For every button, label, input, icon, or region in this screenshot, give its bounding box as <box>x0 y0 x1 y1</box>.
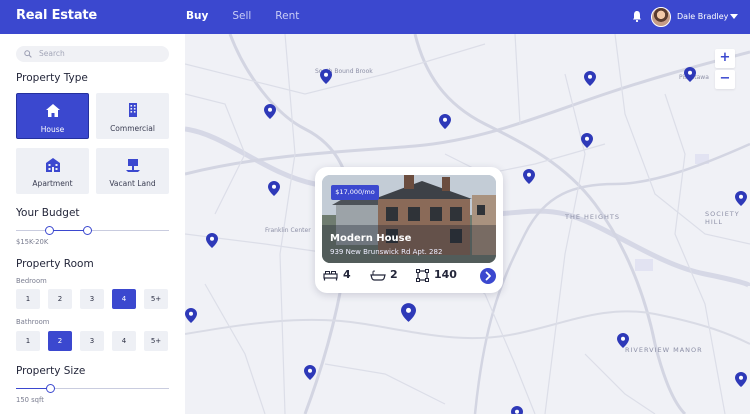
size-slider-handle[interactable] <box>46 384 55 393</box>
type-vacant-land-button[interactable]: Vacant Land <box>96 148 169 194</box>
budget-value: $15K-20K <box>16 238 49 246</box>
listing-address: 939 New Brunswick Rd Apt. 282 <box>330 248 443 256</box>
nav-buy[interactable]: Buy <box>186 10 208 22</box>
bed-icon <box>323 271 338 281</box>
filter-sidebar: Search Property Type House Commercial Ap… <box>0 34 185 414</box>
bedroom-option-4[interactable]: 4 <box>112 289 136 309</box>
bedroom-option-5plus[interactable]: 5+ <box>144 289 168 309</box>
bedroom-option-1[interactable]: 1 <box>16 289 40 309</box>
bathroom-option-2[interactable]: 2 <box>48 331 72 351</box>
area-size-icon <box>416 269 429 282</box>
map-pin-icon[interactable] <box>304 365 316 380</box>
property-room-title: Property Room <box>16 258 94 270</box>
map-pin-icon[interactable] <box>617 333 629 348</box>
map-pin-icon[interactable] <box>320 69 332 84</box>
listing-title[interactable]: Modern House <box>330 233 411 244</box>
notification-bell-icon[interactable] <box>632 10 642 22</box>
zoom-in-button[interactable]: + <box>715 49 735 68</box>
listing-price-badge: $17,000/mo <box>331 185 379 200</box>
map-pin-icon[interactable] <box>581 133 593 148</box>
listing-details-button[interactable] <box>480 268 496 284</box>
map-pin-icon[interactable] <box>185 308 197 323</box>
type-apartment-label: Apartment <box>32 179 73 188</box>
search-input[interactable]: Search <box>16 46 169 62</box>
user-avatar[interactable] <box>651 7 671 27</box>
apartment-building-icon <box>45 158 60 172</box>
selected-listing-pin-icon[interactable] <box>401 303 416 322</box>
map-pin-icon[interactable] <box>684 67 696 82</box>
bedroom-label: Bedroom <box>16 277 47 285</box>
bedroom-option-2[interactable]: 2 <box>48 289 72 309</box>
map-pin-icon[interactable] <box>264 104 276 119</box>
chevron-right-icon <box>485 271 491 281</box>
top-navigation-bar: Real Estate Buy Sell Rent Dale Bradley <box>0 0 750 34</box>
map-pin-icon[interactable] <box>511 406 523 414</box>
listing-area-value: 140 <box>434 268 457 281</box>
nav-sell[interactable]: Sell <box>232 10 251 22</box>
search-icon <box>24 50 32 58</box>
user-name[interactable]: Dale Bradley <box>677 12 728 21</box>
map-label-society-hill: SOCIETY HILL <box>705 210 740 226</box>
type-apartment-button[interactable]: Apartment <box>16 148 89 194</box>
user-menu-caret-icon[interactable] <box>730 14 738 19</box>
size-value: 150 sqft <box>16 396 44 404</box>
budget-slider-track[interactable] <box>16 230 169 231</box>
map-pin-icon[interactable] <box>206 233 218 248</box>
map-label-the-heights: THE HEIGHTS <box>565 213 620 221</box>
bathtub-icon <box>370 270 386 281</box>
map-pin-icon[interactable] <box>523 169 535 184</box>
bathroom-option-3[interactable]: 3 <box>80 331 104 351</box>
search-placeholder: Search <box>39 49 65 58</box>
map-label-riverview-manor: RIVERVIEW MANOR <box>625 346 703 354</box>
size-slider-range <box>16 388 50 389</box>
bathroom-label: Bathroom <box>16 318 50 326</box>
map-pin-icon[interactable] <box>584 71 596 86</box>
type-commercial-button[interactable]: Commercial <box>96 93 169 139</box>
type-house-button[interactable]: House <box>16 93 89 139</box>
house-icon <box>45 104 60 117</box>
property-size-title: Property Size <box>16 365 86 377</box>
budget-title: Your Budget <box>16 207 80 219</box>
type-house-label: House <box>40 125 65 134</box>
bathroom-option-1[interactable]: 1 <box>16 331 40 351</box>
zoom-out-button[interactable]: − <box>715 70 735 89</box>
type-commercial-label: Commercial <box>110 124 155 133</box>
listing-popup-card[interactable]: $17,000/mo Modern House 939 New Brunswic… <box>315 167 503 293</box>
listing-bed-count: 4 <box>343 268 351 281</box>
main-navigation: Buy Sell Rent <box>186 10 323 22</box>
map-pin-icon[interactable] <box>439 114 451 129</box>
map-pin-icon[interactable] <box>735 191 747 206</box>
bathroom-option-5plus[interactable]: 5+ <box>144 331 168 351</box>
bedroom-option-3[interactable]: 3 <box>80 289 104 309</box>
office-building-icon <box>128 103 137 117</box>
bathroom-option-4[interactable]: 4 <box>112 331 136 351</box>
type-vacant-land-label: Vacant Land <box>109 179 156 188</box>
nav-rent[interactable]: Rent <box>275 10 299 22</box>
budget-min-handle[interactable] <box>45 226 54 235</box>
map-pin-icon[interactable] <box>268 181 280 196</box>
land-sign-icon <box>125 159 140 172</box>
brand-logo-text[interactable]: Real Estate <box>16 8 97 23</box>
map-pin-icon[interactable] <box>735 372 747 387</box>
budget-max-handle[interactable] <box>83 226 92 235</box>
map-label-franklin-center: Franklin Center <box>265 227 311 234</box>
listing-bath-count: 2 <box>390 268 398 281</box>
listing-photo: $17,000/mo Modern House 939 New Brunswic… <box>322 175 496 263</box>
property-type-title: Property Type <box>16 72 88 84</box>
